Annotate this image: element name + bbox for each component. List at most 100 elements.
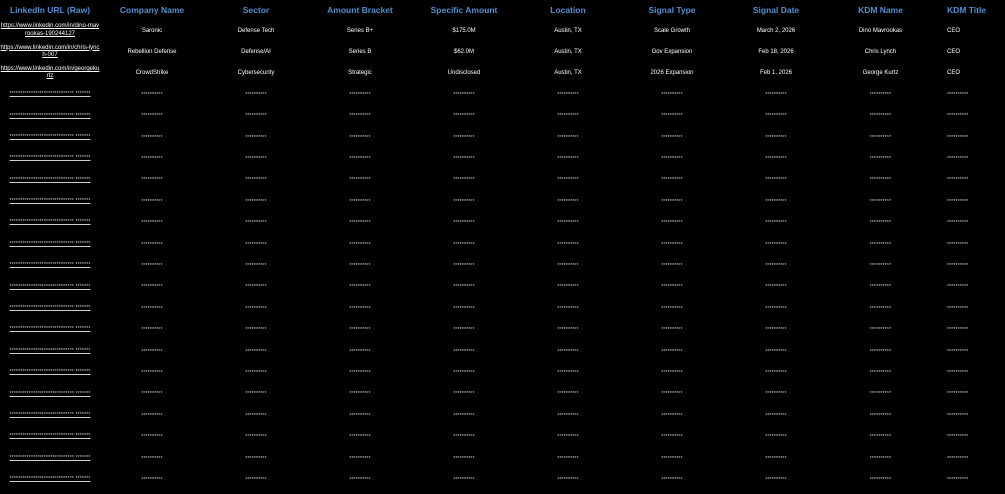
linkedin-url-cell[interactable]: ****************************** ******* bbox=[0, 298, 100, 319]
kdm-name-cell[interactable]: ********** bbox=[828, 106, 933, 127]
linkedin-url-cell[interactable]: ****************************** ******* bbox=[0, 341, 100, 362]
sector-cell[interactable]: ********** bbox=[204, 277, 308, 298]
company-name-cell[interactable]: ********** bbox=[100, 191, 204, 212]
sector-cell[interactable]: ********** bbox=[204, 362, 308, 383]
linkedin-link[interactable]: https://www.linkedin.com/in/georgekurtz bbox=[1, 66, 100, 80]
signal-date-cell[interactable]: ********** bbox=[724, 191, 828, 212]
linkedin-url-cell[interactable]: ****************************** ******* bbox=[0, 277, 100, 298]
location-cell[interactable]: ********** bbox=[516, 148, 620, 169]
amount-bracket-cell[interactable]: ********** bbox=[308, 255, 412, 276]
signal-date-cell[interactable]: ********** bbox=[724, 148, 828, 169]
signal-type-cell[interactable]: ********** bbox=[620, 255, 724, 276]
linkedin-url-cell[interactable]: ****************************** ******* bbox=[0, 319, 100, 340]
sector-cell[interactable]: ********** bbox=[204, 448, 308, 469]
amount-bracket-cell[interactable]: ********** bbox=[308, 234, 412, 255]
kdm-name-cell[interactable]: George Kurtz bbox=[828, 63, 933, 84]
masked-linkedin-link[interactable]: ****************************** ******* bbox=[10, 262, 91, 268]
signal-type-cell[interactable]: ********** bbox=[620, 298, 724, 319]
signal-type-cell[interactable]: ********** bbox=[620, 213, 724, 234]
kdm-name-cell[interactable]: ********** bbox=[828, 426, 933, 447]
masked-linkedin-link[interactable]: ****************************** ******* bbox=[10, 433, 91, 439]
company-name-cell[interactable]: ********** bbox=[100, 277, 204, 298]
sector-cell[interactable]: ********** bbox=[204, 191, 308, 212]
linkedin-link[interactable]: https://www.linkedin.com/in/dino-mavrook… bbox=[1, 23, 99, 37]
masked-linkedin-link[interactable]: ****************************** ******* bbox=[10, 177, 91, 183]
signal-type-cell[interactable]: ********** bbox=[620, 84, 724, 105]
signal-type-cell[interactable]: ********** bbox=[620, 277, 724, 298]
sector-cell[interactable]: ********** bbox=[204, 84, 308, 105]
signal-date-cell[interactable]: Feb 1, 2026 bbox=[724, 63, 828, 84]
kdm-title-cell[interactable]: ********** bbox=[933, 127, 1005, 148]
header-company-name[interactable]: Company Name bbox=[100, 0, 204, 20]
kdm-name-cell[interactable]: ********** bbox=[828, 234, 933, 255]
location-cell[interactable]: ********** bbox=[516, 213, 620, 234]
location-cell[interactable]: ********** bbox=[516, 384, 620, 405]
signal-type-cell[interactable]: ********** bbox=[620, 127, 724, 148]
sector-cell[interactable]: Defense Tech bbox=[204, 20, 308, 41]
sector-cell[interactable]: ********** bbox=[204, 319, 308, 340]
masked-linkedin-link[interactable]: ****************************** ******* bbox=[10, 241, 91, 247]
header-signal-type[interactable]: Signal Type bbox=[620, 0, 724, 20]
kdm-name-cell[interactable]: Chris Lynch bbox=[828, 41, 933, 62]
linkedin-url-cell[interactable]: ****************************** ******* bbox=[0, 170, 100, 191]
masked-linkedin-link[interactable]: ****************************** ******* bbox=[10, 369, 91, 375]
amount-bracket-cell[interactable]: ********** bbox=[308, 469, 412, 490]
amount-bracket-cell[interactable]: ********** bbox=[308, 277, 412, 298]
specific-amount-cell[interactable]: ********** bbox=[412, 426, 516, 447]
specific-amount-cell[interactable]: ********** bbox=[412, 106, 516, 127]
kdm-title-cell[interactable]: ********** bbox=[933, 277, 1005, 298]
signal-date-cell[interactable]: ********** bbox=[724, 341, 828, 362]
company-name-cell[interactable]: ********** bbox=[100, 341, 204, 362]
kdm-title-cell[interactable]: ********** bbox=[933, 448, 1005, 469]
masked-linkedin-link[interactable]: ****************************** ******* bbox=[10, 134, 91, 140]
kdm-title-cell[interactable]: ********** bbox=[933, 426, 1005, 447]
company-name-cell[interactable]: ********** bbox=[100, 213, 204, 234]
amount-bracket-cell[interactable]: ********** bbox=[308, 319, 412, 340]
amount-bracket-cell[interactable]: ********** bbox=[308, 384, 412, 405]
kdm-name-cell[interactable]: ********** bbox=[828, 170, 933, 191]
signal-type-cell[interactable]: ********** bbox=[620, 448, 724, 469]
masked-linkedin-link[interactable]: ****************************** ******* bbox=[10, 91, 91, 97]
signal-date-cell[interactable]: ********** bbox=[724, 255, 828, 276]
signal-date-cell[interactable]: ********** bbox=[724, 405, 828, 426]
kdm-name-cell[interactable]: ********** bbox=[828, 405, 933, 426]
masked-linkedin-link[interactable]: ****************************** ******* bbox=[10, 476, 91, 482]
linkedin-url-cell[interactable]: ****************************** ******* bbox=[0, 106, 100, 127]
kdm-name-cell[interactable]: ********** bbox=[828, 319, 933, 340]
amount-bracket-cell[interactable]: ********** bbox=[308, 405, 412, 426]
company-name-cell[interactable]: ********** bbox=[100, 469, 204, 490]
sector-cell[interactable]: ********** bbox=[204, 213, 308, 234]
signal-date-cell[interactable]: ********** bbox=[724, 106, 828, 127]
header-sector[interactable]: Sector bbox=[204, 0, 308, 20]
kdm-title-cell[interactable]: ********** bbox=[933, 148, 1005, 169]
amount-bracket-cell[interactable]: ********** bbox=[308, 170, 412, 191]
specific-amount-cell[interactable]: ********** bbox=[412, 127, 516, 148]
kdm-title-cell[interactable]: ********** bbox=[933, 405, 1005, 426]
sector-cell[interactable]: ********** bbox=[204, 170, 308, 191]
amount-bracket-cell[interactable]: Series B+ bbox=[308, 20, 412, 41]
location-cell[interactable]: ********** bbox=[516, 234, 620, 255]
signal-date-cell[interactable]: ********** bbox=[724, 362, 828, 383]
specific-amount-cell[interactable]: ********** bbox=[412, 213, 516, 234]
linkedin-url-cell[interactable]: https://www.linkedin.com/in/chris-lynch-… bbox=[0, 41, 100, 62]
linkedin-url-cell[interactable]: ****************************** ******* bbox=[0, 234, 100, 255]
specific-amount-cell[interactable]: ********** bbox=[412, 170, 516, 191]
signal-type-cell[interactable]: ********** bbox=[620, 106, 724, 127]
signal-type-cell[interactable]: Gov Expansion bbox=[620, 41, 724, 62]
signal-type-cell[interactable]: ********** bbox=[620, 362, 724, 383]
company-name-cell[interactable]: ********** bbox=[100, 148, 204, 169]
signal-type-cell[interactable]: 2026 Expansion bbox=[620, 63, 724, 84]
specific-amount-cell[interactable]: ********** bbox=[412, 319, 516, 340]
company-name-cell[interactable]: ********** bbox=[100, 255, 204, 276]
amount-bracket-cell[interactable]: ********** bbox=[308, 148, 412, 169]
kdm-title-cell[interactable]: ********** bbox=[933, 319, 1005, 340]
specific-amount-cell[interactable]: ********** bbox=[412, 277, 516, 298]
location-cell[interactable]: ********** bbox=[516, 170, 620, 191]
signal-date-cell[interactable]: ********** bbox=[724, 384, 828, 405]
signal-type-cell[interactable]: ********** bbox=[620, 341, 724, 362]
linkedin-url-cell[interactable]: https://www.linkedin.com/in/dino-mavrook… bbox=[0, 20, 100, 41]
signal-date-cell[interactable]: ********** bbox=[724, 277, 828, 298]
kdm-title-cell[interactable]: ********** bbox=[933, 341, 1005, 362]
kdm-name-cell[interactable]: ********** bbox=[828, 213, 933, 234]
masked-linkedin-link[interactable]: ****************************** ******* bbox=[10, 455, 91, 461]
